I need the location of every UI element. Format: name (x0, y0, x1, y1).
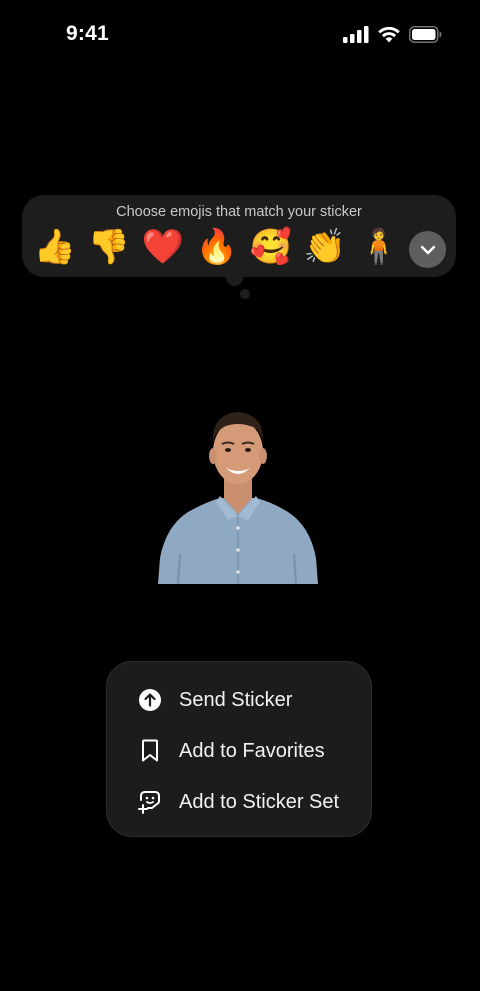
add-to-sticker-set-button[interactable]: Add to Sticker Set (107, 777, 371, 827)
emoji-row: 👍 👎 ❤️ 🔥 🥰 👏 🧍 (28, 225, 406, 269)
sticker-context-menu: Send Sticker Add to Favorites Add to Sti… (106, 661, 372, 837)
send-sticker-button[interactable]: Send Sticker (107, 675, 371, 725)
expand-emojis-button[interactable] (409, 231, 446, 268)
speech-bubble-tail-dot-small (240, 289, 250, 299)
cellular-signal-icon (343, 26, 369, 43)
arrow-up-circle-icon (137, 687, 163, 713)
battery-icon (409, 26, 442, 43)
send-sticker-label: Send Sticker (179, 688, 293, 711)
emoji-fire[interactable]: 🔥 (190, 225, 244, 269)
emoji-picker-panel: Choose emojis that match your sticker 👍 … (22, 195, 456, 277)
sticker-preview (158, 408, 318, 585)
emoji-clapping-hands[interactable]: 👏 (298, 225, 352, 269)
emoji-person-standing[interactable]: 🧍 (352, 225, 406, 269)
chevron-down-icon (420, 240, 436, 259)
wifi-icon (377, 26, 401, 43)
emoji-red-heart[interactable]: ❤️ (136, 225, 190, 269)
bookmark-icon (137, 738, 163, 764)
emoji-thumbs-down[interactable]: 👎 (82, 225, 136, 269)
status-bar: 9:41 (0, 0, 480, 72)
emoji-picker-title: Choose emojis that match your sticker (116, 204, 362, 220)
sticker-add-icon (137, 789, 163, 815)
add-to-favorites-label: Add to Favorites (179, 739, 325, 762)
status-icons (343, 26, 442, 43)
speech-bubble-tail-dot (226, 270, 243, 286)
emoji-thumbs-up[interactable]: 👍 (28, 225, 82, 269)
status-time: 9:41 (66, 22, 109, 45)
emoji-smiling-face-with-hearts[interactable]: 🥰 (244, 225, 298, 269)
add-to-favorites-button[interactable]: Add to Favorites (107, 726, 371, 776)
add-to-sticker-set-label: Add to Sticker Set (179, 790, 340, 813)
